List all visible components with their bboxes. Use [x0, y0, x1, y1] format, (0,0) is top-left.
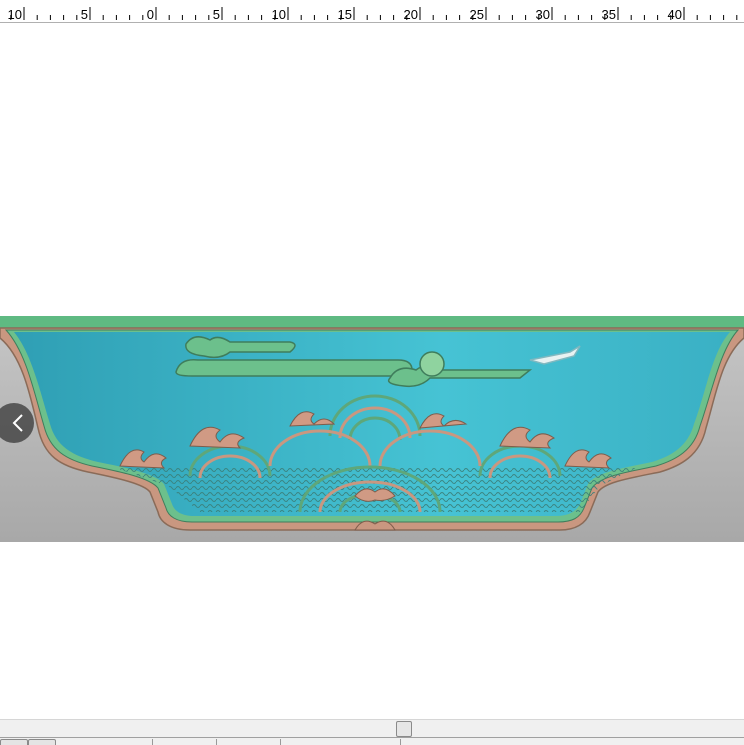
status-button-1[interactable] — [0, 739, 28, 745]
ruler-label: 0 — [147, 7, 154, 22]
document-canvas[interactable] — [0, 23, 744, 720]
scrollbar-thumb[interactable] — [396, 721, 412, 737]
horizontal-scrollbar[interactable] — [0, 719, 744, 738]
ruler-label: 25 — [470, 7, 484, 22]
status-button-2[interactable] — [28, 739, 56, 745]
carved-relief-image — [0, 316, 744, 542]
ruler-label: 35 — [602, 7, 616, 22]
ruler-label: 15 — [338, 7, 352, 22]
status-separator — [152, 739, 153, 745]
status-separator — [280, 739, 281, 745]
ruler-label: 10 — [272, 7, 286, 22]
ruler-label: 5 — [81, 7, 88, 22]
status-separator — [400, 739, 401, 745]
status-separator — [216, 739, 217, 745]
chevron-left-icon — [12, 414, 23, 432]
ruler-label: 5 — [213, 7, 220, 22]
ruler-ticks: 10 5 0 5 10 15 20 25 30 35 40 — [8, 7, 738, 22]
horizontal-ruler: 10 5 0 5 10 15 20 25 30 35 40 — [0, 0, 744, 23]
ruler-label: 20 — [404, 7, 418, 22]
ruler-label: 10 — [8, 7, 22, 22]
ruler-label: 40 — [668, 7, 682, 22]
ruler-label: 30 — [536, 7, 550, 22]
